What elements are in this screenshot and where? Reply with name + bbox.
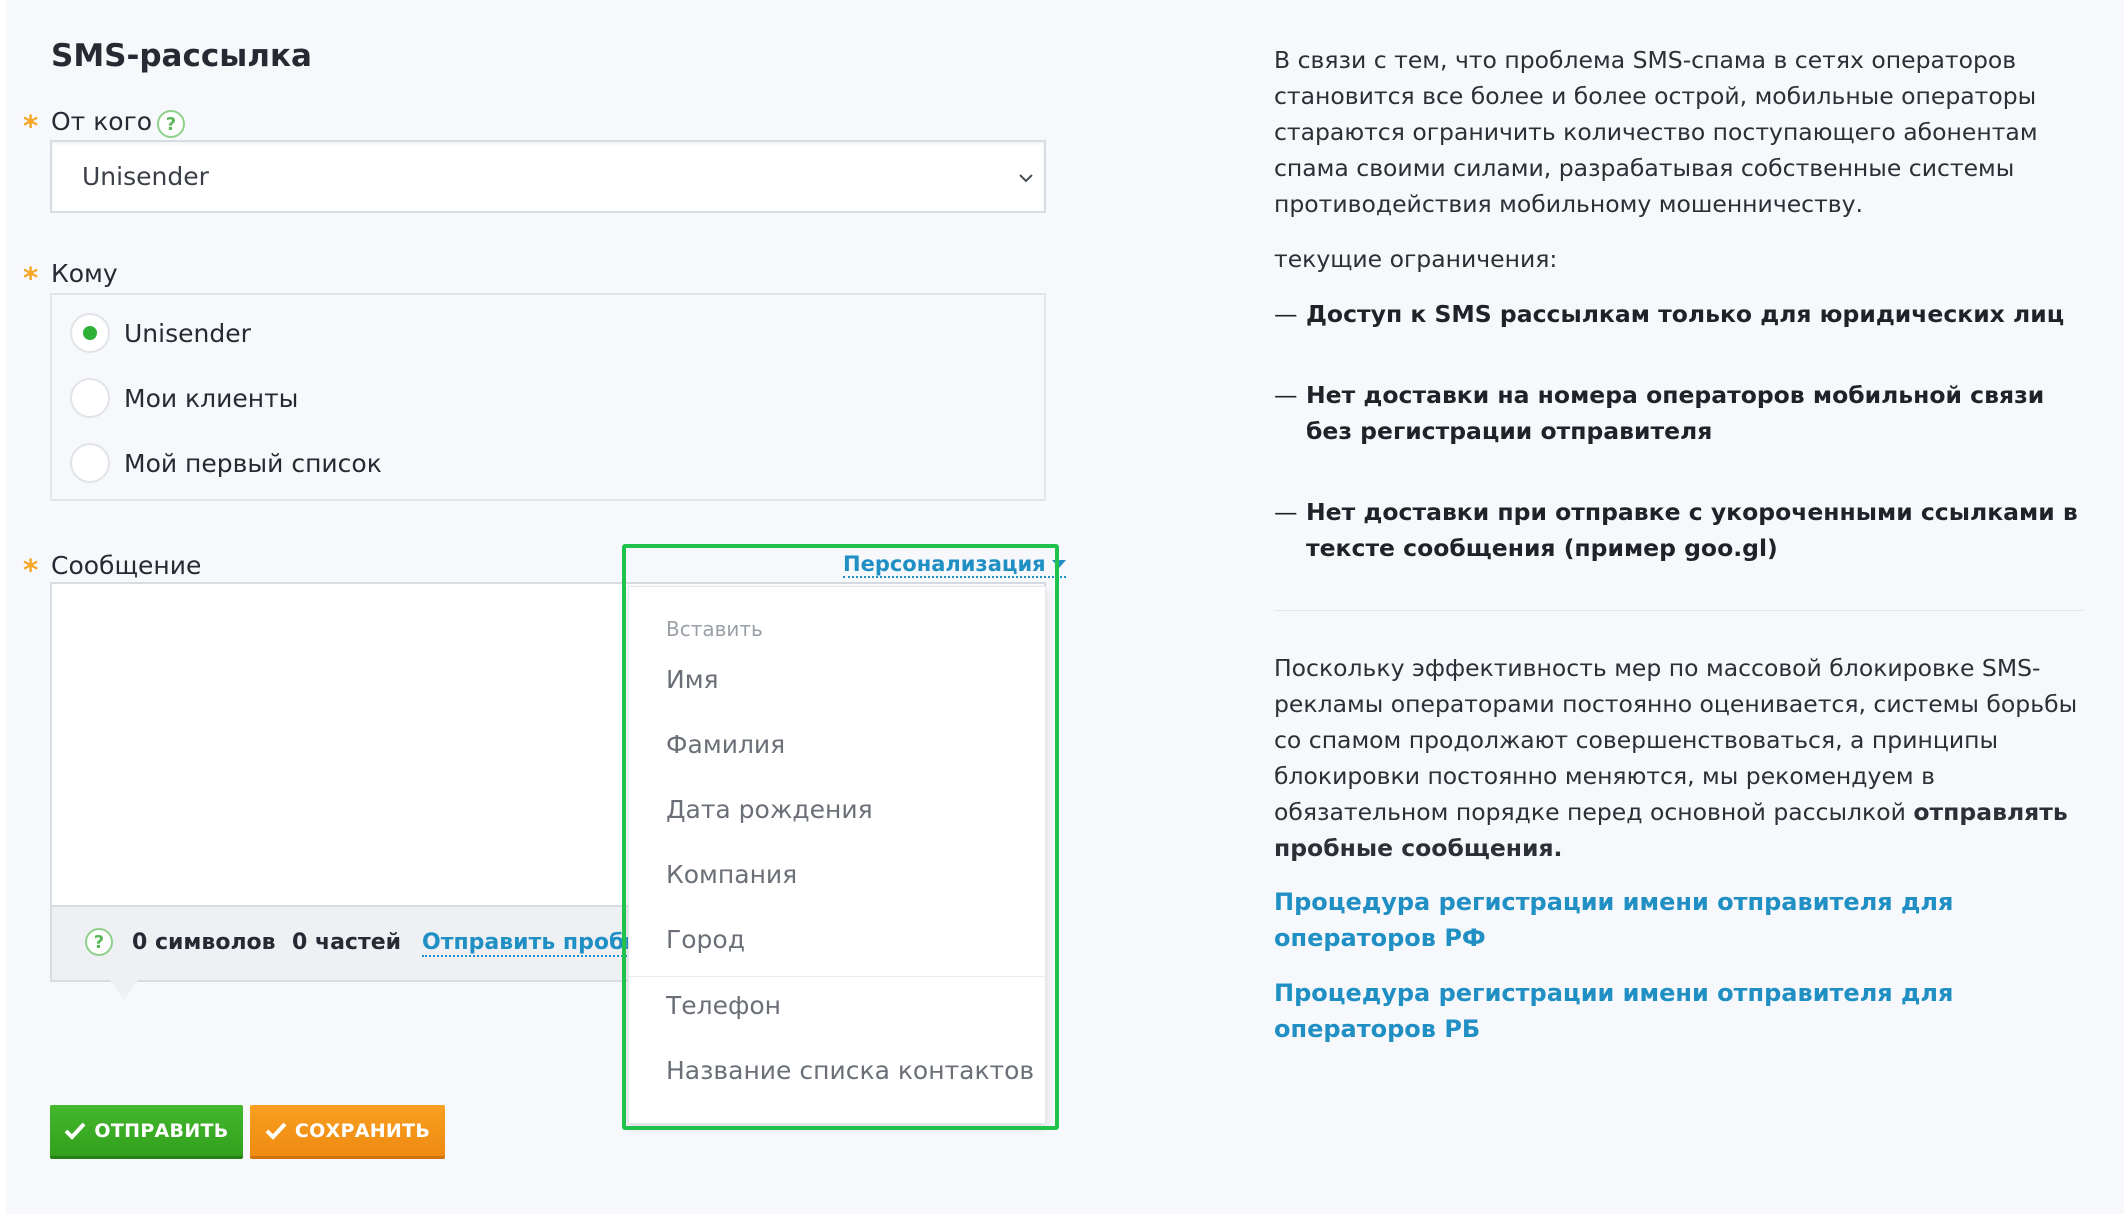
limit-item: — Доступ к SMS рассылкам только для юрид… bbox=[1274, 296, 2094, 332]
info-divider bbox=[1274, 610, 2084, 611]
from-select-value: Unisender bbox=[82, 162, 209, 191]
limit-item: — Нет доставки при отправке с укороченны… bbox=[1274, 494, 2094, 566]
footer-pointer bbox=[110, 980, 138, 1000]
required-star: * bbox=[23, 553, 39, 587]
from-help-icon[interactable]: ? bbox=[157, 110, 185, 138]
limit-text: Нет доставки на номера операторов мобиль… bbox=[1306, 381, 2045, 445]
char-count: 0 символов bbox=[132, 930, 276, 955]
send-button[interactable]: ОТПРАВИТЬ bbox=[50, 1105, 243, 1159]
save-button-label: СОХРАНИТЬ bbox=[294, 1119, 431, 1142]
radio-unisender[interactable]: Unisender bbox=[70, 311, 251, 355]
from-label: От кого bbox=[51, 107, 153, 136]
chevron-down-icon bbox=[1019, 174, 1033, 183]
recipient-radio-group: Unisender Мои клиенты Мой первый список bbox=[50, 293, 1046, 501]
radio-button[interactable] bbox=[70, 313, 110, 353]
parts-count: 0 частей bbox=[292, 930, 402, 955]
radio-label: Мои клиенты bbox=[124, 383, 299, 413]
message-help-icon[interactable]: ? bbox=[85, 928, 113, 956]
required-star: * bbox=[23, 109, 39, 143]
check-icon bbox=[64, 1122, 86, 1140]
radio-button[interactable] bbox=[70, 378, 110, 418]
limit-item: — Нет доставки на номера операторов моби… bbox=[1274, 377, 2094, 449]
limit-text: Нет доставки при отправке с укороченными… bbox=[1306, 498, 2078, 562]
radio-my-clients[interactable]: Мои клиенты bbox=[70, 376, 298, 420]
link-registration-rb[interactable]: Процедура регистрации имени отправителя … bbox=[1274, 975, 2094, 1047]
info-intro: В связи с тем, что проблема SMS-спама в … bbox=[1274, 46, 2038, 218]
page-title: SMS-рассылка bbox=[51, 38, 312, 74]
radio-label: Unisender bbox=[124, 318, 251, 348]
save-button[interactable]: СОХРАНИТЬ bbox=[250, 1105, 445, 1159]
message-label: Сообщение bbox=[51, 551, 202, 580]
dash: — bbox=[1274, 300, 1298, 328]
link-registration-rf[interactable]: Процедура регистрации имени отправителя … bbox=[1274, 884, 2094, 956]
check-icon bbox=[265, 1122, 287, 1140]
limits-heading: текущие ограничения: bbox=[1274, 245, 1558, 273]
recommendation: Поскольку эффективность мер по массовой … bbox=[1274, 650, 2104, 866]
required-star: * bbox=[23, 261, 39, 295]
radio-selected-dot bbox=[83, 326, 97, 340]
from-select[interactable]: Unisender bbox=[50, 140, 1046, 213]
limit-text: Доступ к SMS рассылкам только для юридич… bbox=[1306, 300, 2065, 328]
highlight-frame bbox=[622, 544, 1059, 1130]
radio-label: Мой первый список bbox=[124, 448, 382, 478]
radio-first-list[interactable]: Мой первый список bbox=[70, 441, 382, 485]
send-button-label: ОТПРАВИТЬ bbox=[94, 1119, 229, 1142]
dash: — bbox=[1274, 498, 1298, 526]
to-label: Кому bbox=[51, 259, 118, 288]
radio-button[interactable] bbox=[70, 443, 110, 483]
dash: — bbox=[1274, 381, 1298, 409]
